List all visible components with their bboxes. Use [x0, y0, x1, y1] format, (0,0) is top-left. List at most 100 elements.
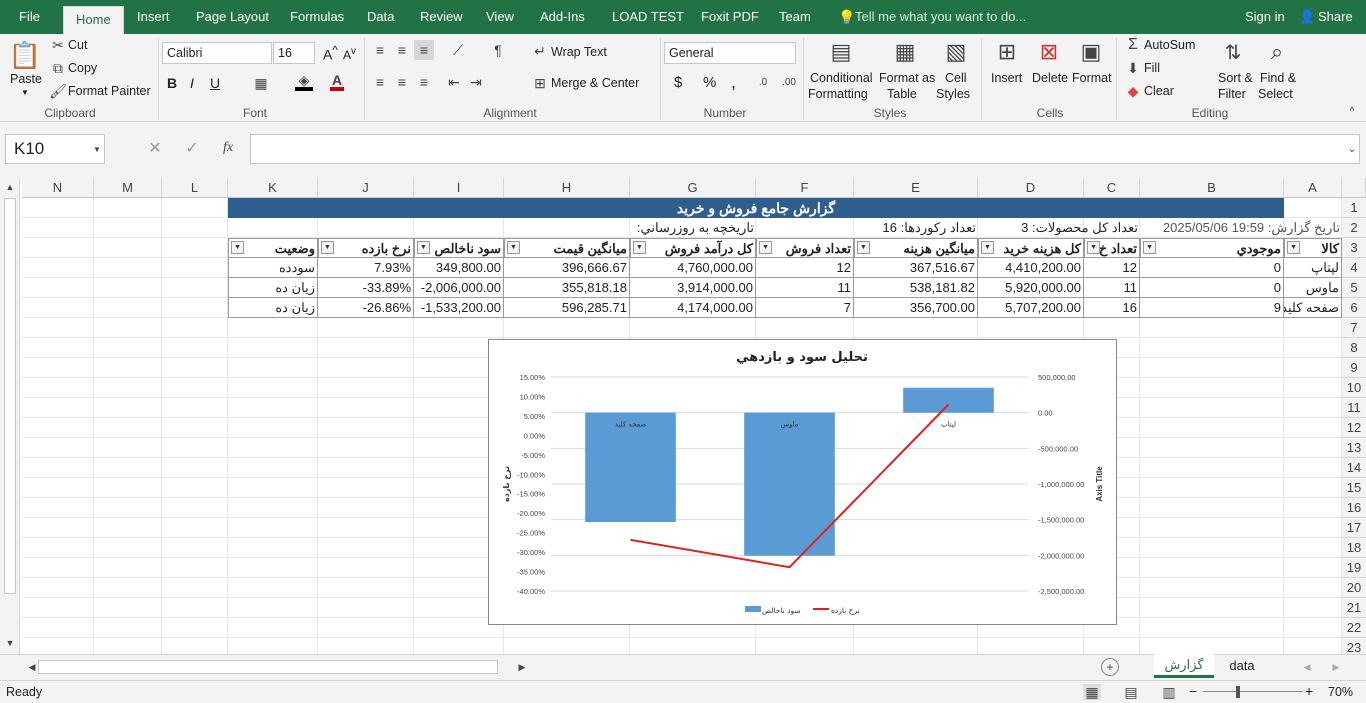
- column-header-j[interactable]: J: [318, 178, 414, 198]
- row-header[interactable]: 17: [1342, 518, 1366, 538]
- filter-dropdown-icon[interactable]: ▼: [759, 241, 772, 254]
- number-format-select[interactable]: General: [664, 42, 796, 64]
- vertical-scroll-thumb[interactable]: [4, 198, 16, 594]
- zoom-slider[interactable]: [1203, 691, 1303, 692]
- row-header[interactable]: 22: [1342, 618, 1366, 638]
- underline-button[interactable]: U: [210, 75, 220, 91]
- format-as-table-button[interactable]: Format as: [879, 71, 935, 85]
- align-center-icon[interactable]: ≡: [394, 74, 410, 90]
- scroll-down-icon[interactable]: ▼: [3, 636, 17, 650]
- column-header-k[interactable]: K: [228, 178, 318, 198]
- column-header-a[interactable]: A: [1284, 178, 1342, 198]
- table-cell-d[interactable]: 4,410,200.00: [978, 258, 1084, 278]
- decrease-indent-icon[interactable]: ⇤: [446, 74, 462, 90]
- align-bottom-icon[interactable]: ≡: [414, 40, 434, 60]
- tab-add-ins[interactable]: Add-Ins: [540, 0, 585, 34]
- row-header[interactable]: 16: [1342, 498, 1366, 518]
- cancel-icon[interactable]: ✕: [146, 138, 164, 158]
- table-header-g[interactable]: کل درآمد فروش: [630, 238, 756, 258]
- increase-font-icon[interactable]: A^: [323, 44, 338, 63]
- delete-cells-button[interactable]: Delete: [1032, 71, 1068, 85]
- table-cell-k[interactable]: سودده: [228, 258, 318, 278]
- filter-dropdown-icon[interactable]: ▼: [321, 241, 334, 254]
- table-header-b[interactable]: موجودي: [1140, 238, 1284, 258]
- column-header-l[interactable]: L: [162, 178, 228, 198]
- tab-load-test[interactable]: LOAD TEST: [612, 0, 684, 34]
- merge-center-button[interactable]: Merge & Center: [551, 76, 639, 90]
- row-header[interactable]: 15: [1342, 478, 1366, 498]
- table-cell-g[interactable]: 3,914,000.00: [630, 278, 756, 298]
- prev-sheet-icon[interactable]: ◀: [1301, 660, 1313, 674]
- find-select-label[interactable]: Select: [1258, 87, 1293, 101]
- row-header[interactable]: 13: [1342, 438, 1366, 458]
- tab-view[interactable]: View: [486, 0, 514, 34]
- decrease-font-icon[interactable]: Av: [343, 46, 356, 62]
- table-cell-c[interactable]: 16: [1084, 298, 1140, 318]
- table-cell-i[interactable]: -1,533,200.00: [414, 298, 504, 318]
- paste-button[interactable]: Paste: [10, 72, 42, 86]
- rtl-direction-icon[interactable]: ¶: [488, 42, 508, 58]
- zoom-level[interactable]: 70%: [1328, 685, 1353, 699]
- row-header[interactable]: 20: [1342, 578, 1366, 598]
- table-cell-h[interactable]: 355,818.18: [504, 278, 630, 298]
- tab-review[interactable]: Review: [420, 0, 463, 34]
- font-color-icon[interactable]: A: [330, 72, 344, 91]
- format-as-table-icon[interactable]: ▦: [890, 36, 920, 68]
- filter-dropdown-icon[interactable]: ▼: [981, 241, 994, 254]
- collapse-ribbon-icon[interactable]: ^: [1345, 104, 1359, 118]
- table-cell-j[interactable]: 7.93%: [318, 258, 414, 278]
- cell-styles-label[interactable]: Styles: [936, 87, 970, 101]
- table-cell-b[interactable]: 9: [1140, 298, 1284, 318]
- add-sheet-icon[interactable]: +: [1101, 658, 1119, 676]
- column-header-h[interactable]: H: [504, 178, 630, 198]
- tab-insert[interactable]: Insert: [137, 0, 170, 34]
- autosum-button[interactable]: AutoSum: [1144, 38, 1195, 52]
- sign-in-link[interactable]: Sign in: [1245, 0, 1285, 34]
- font-name-select[interactable]: Calibri: [162, 42, 272, 64]
- row-header[interactable]: 7: [1342, 318, 1366, 338]
- insert-cells-icon[interactable]: ⊞: [992, 36, 1022, 68]
- table-cell-i[interactable]: 349,800.00: [414, 258, 504, 278]
- conditional-formatting-button[interactable]: Conditional: [810, 71, 873, 85]
- row-header[interactable]: 19: [1342, 558, 1366, 578]
- filter-dropdown-icon[interactable]: ▼: [1287, 241, 1300, 254]
- fill-button[interactable]: Fill: [1144, 61, 1160, 75]
- table-cell-j[interactable]: -26.86%: [318, 298, 414, 318]
- sort-filter-icon[interactable]: ⇅: [1218, 36, 1248, 68]
- filter-dropdown-icon[interactable]: ▼: [507, 241, 520, 254]
- zoom-in-button[interactable]: +: [1305, 683, 1313, 699]
- table-cell-c[interactable]: 12: [1084, 258, 1140, 278]
- decrease-decimal-icon[interactable]: .00: [779, 74, 799, 90]
- copy-button[interactable]: Copy: [68, 61, 97, 75]
- table-cell-k[interactable]: زيان ده: [228, 298, 318, 318]
- borders-icon[interactable]: ▦: [253, 74, 269, 92]
- sort-filter-button[interactable]: Sort &: [1218, 71, 1253, 85]
- format-cells-icon[interactable]: ▣: [1076, 36, 1106, 68]
- column-header-f[interactable]: F: [756, 178, 854, 198]
- cell-styles-icon[interactable]: ▧: [941, 36, 971, 68]
- zoom-out-button[interactable]: −: [1189, 683, 1197, 699]
- row-header[interactable]: 2: [1342, 218, 1366, 238]
- filter-dropdown-icon[interactable]: ▼: [1143, 241, 1156, 254]
- row-header[interactable]: 10: [1342, 378, 1366, 398]
- sheet-tab-data[interactable]: data: [1222, 655, 1262, 679]
- filter-dropdown-icon[interactable]: ▼: [633, 241, 646, 254]
- table-cell-a[interactable]: صفحه کليد: [1284, 298, 1342, 318]
- column-header-n[interactable]: N: [22, 178, 94, 198]
- sort-filter-label[interactable]: Filter: [1218, 87, 1246, 101]
- table-cell-k[interactable]: زيان ده: [228, 278, 318, 298]
- row-header[interactable]: 8: [1342, 338, 1366, 358]
- tab-team[interactable]: Team: [779, 0, 811, 34]
- column-header-g[interactable]: G: [630, 178, 756, 198]
- formula-input[interactable]: [250, 134, 1360, 164]
- filter-dropdown-icon[interactable]: ▼: [857, 241, 870, 254]
- format-painter-button[interactable]: Format Painter: [68, 84, 151, 98]
- comma-button[interactable]: ,: [731, 72, 736, 93]
- table-header-h[interactable]: ميانگين قيمت: [504, 238, 630, 258]
- table-cell-f[interactable]: 7: [756, 298, 854, 318]
- table-cell-f[interactable]: 11: [756, 278, 854, 298]
- format-as-table-label[interactable]: Table: [887, 87, 917, 101]
- table-cell-e[interactable]: 356,700.00: [854, 298, 978, 318]
- tab-home[interactable]: Home: [63, 6, 124, 34]
- clear-button[interactable]: Clear: [1144, 84, 1174, 98]
